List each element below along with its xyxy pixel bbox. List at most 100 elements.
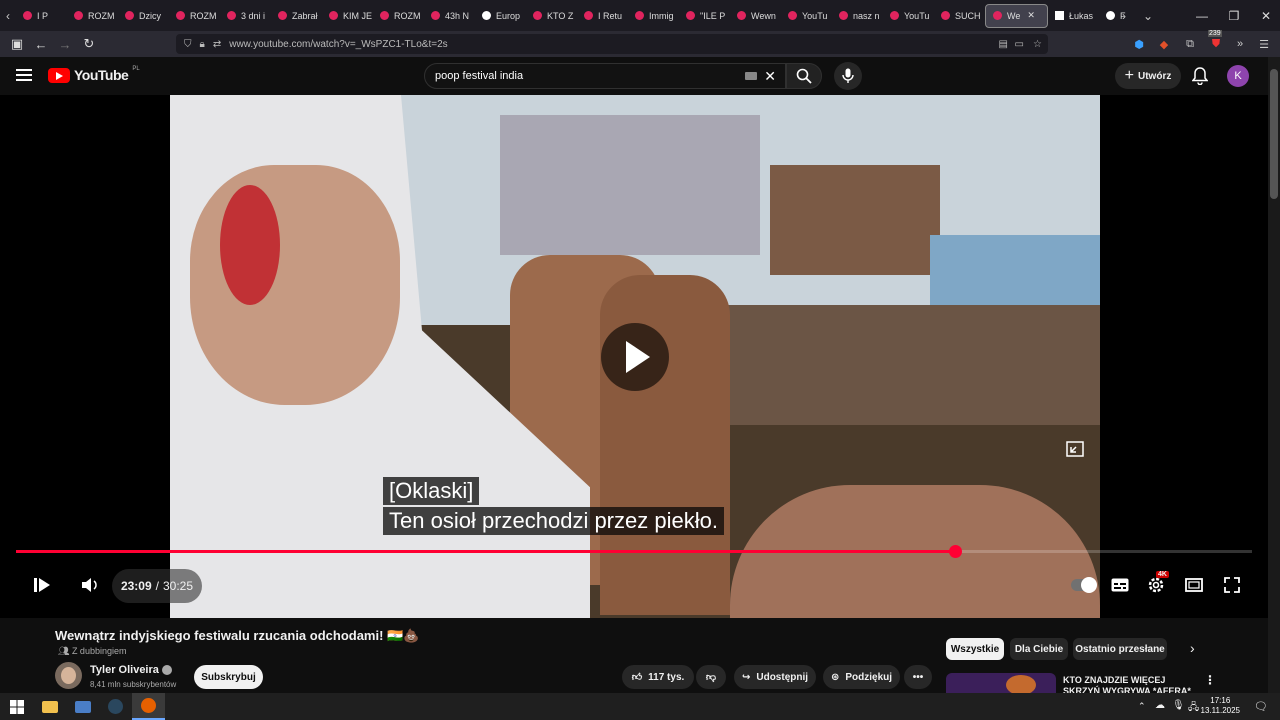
page-scrollbar[interactable] <box>1268 57 1280 693</box>
tab[interactable]: KTO Z <box>526 0 577 31</box>
tray-overflow-icon[interactable]: ⌃ <box>1138 701 1146 712</box>
restore-button[interactable]: ❐ <box>1218 0 1250 31</box>
bookmark-star-icon[interactable]: ☆ <box>1033 39 1042 50</box>
tab[interactable]: ROZM <box>373 0 424 31</box>
notifications-tray-icon[interactable]: 🗨︎ <box>1254 700 1268 713</box>
windows-start-icon[interactable] <box>0 693 33 720</box>
time-display: 23:09 / 30:25 <box>112 569 202 603</box>
permissions-icon[interactable]: ⇄ <box>213 39 221 50</box>
tab[interactable]: ROZM <box>67 0 118 31</box>
tab[interactable]: Zabrał <box>271 0 322 31</box>
scrollbar-thumb[interactable] <box>1270 69 1278 199</box>
voice-search-button[interactable] <box>834 62 862 90</box>
progress-played <box>16 550 956 553</box>
extension-shield-icon[interactable]: ⬢ <box>1131 36 1147 52</box>
channel-name[interactable]: Tyler Oliveira <box>90 664 172 676</box>
recommendation-menu-icon[interactable]: ⋮ <box>1204 673 1216 687</box>
autoplay-toggle[interactable] <box>1070 567 1097 603</box>
tab[interactable]: Wewn <box>730 0 781 31</box>
subtitles-button[interactable] <box>1108 567 1132 603</box>
lock-icon[interactable]: 🔒︎ <box>200 39 205 50</box>
youtube-favicon-icon <box>380 11 389 20</box>
guide-menu-icon[interactable] <box>16 69 32 81</box>
big-play-button[interactable] <box>601 323 669 391</box>
fullscreen-button[interactable] <box>1220 567 1244 603</box>
youtube-logo[interactable]: YouTube PL <box>48 66 140 83</box>
minimize-button[interactable]: — <box>1186 0 1218 31</box>
video-red-paint <box>220 185 280 305</box>
theater-mode-button[interactable] <box>1182 567 1206 603</box>
tab-active[interactable]: We ✕ <box>985 3 1048 28</box>
create-button[interactable]: + Utwórz <box>1115 63 1181 89</box>
tab[interactable]: Europ <box>475 0 526 31</box>
tab[interactable]: YouTu <box>883 0 934 31</box>
file-explorer-icon[interactable] <box>33 693 66 720</box>
settings-button[interactable]: 4K <box>1144 567 1169 603</box>
chips-next-icon[interactable]: › <box>1190 640 1195 656</box>
close-window-button[interactable]: ✕ <box>1250 0 1280 31</box>
extensions-puzzle-icon[interactable]: ⧉ <box>1182 36 1198 52</box>
like-button[interactable]: 👍︎ 117 tys. <box>622 665 694 689</box>
tab-label: Zabrał <box>292 10 318 21</box>
chip-recently-uploaded[interactable]: Ostatnio przesłane <box>1073 638 1167 660</box>
subscribe-button[interactable]: Subskrybuj <box>194 665 263 689</box>
firefox-taskbar-icon[interactable] <box>132 693 165 720</box>
pip-overlay-icon[interactable] <box>1066 441 1084 457</box>
tab[interactable]: I Retu <box>577 0 628 31</box>
tab[interactable]: Immig <box>628 0 679 31</box>
clear-search-icon[interactable]: ✕ <box>764 68 776 85</box>
tab[interactable]: Dzicy <box>118 0 169 31</box>
extension-fox-icon[interactable]: ◆ <box>1156 36 1172 52</box>
recommendation-thumbnail[interactable] <box>946 673 1056 693</box>
tab[interactable]: KIM JE <box>322 0 373 31</box>
steam-icon[interactable] <box>99 693 132 720</box>
system-clock[interactable]: 17:16 13.11.2025 <box>1201 696 1240 716</box>
onedrive-icon[interactable]: ☁ <box>1155 700 1165 711</box>
notifications-button[interactable] <box>1190 66 1210 86</box>
play-button[interactable] <box>28 567 56 603</box>
back-button[interactable]: ← <box>29 32 53 56</box>
shield-icon[interactable]: ⛉ <box>184 39 192 50</box>
monitor-app-icon[interactable] <box>66 693 99 720</box>
overflow-chevrons-icon[interactable]: » <box>1232 36 1248 52</box>
tab-close-icon[interactable]: ✕ <box>1027 10 1035 21</box>
share-button[interactable]: ↪ Udostępnij <box>734 665 816 689</box>
tab[interactable]: Łukas <box>1048 0 1099 31</box>
reader-view-icon[interactable]: ▤ <box>999 39 1008 50</box>
tab-list-chevron-icon[interactable]: ⌄ <box>1140 0 1156 31</box>
ublock-icon[interactable]: ⛊ 239 <box>1208 30 1224 52</box>
tab-scroll-right-button[interactable]: › <box>1116 0 1132 31</box>
tab[interactable]: SUCH <box>934 0 985 31</box>
tab[interactable]: 3 dni i <box>220 0 271 31</box>
url-bar[interactable]: ⛉ 🔒︎ ⇄ www.youtube.com/watch?v=_WsPZC1-T… <box>176 34 1048 54</box>
tab[interactable]: nasz n <box>832 0 883 31</box>
sidebar-toggle-icon[interactable]: ▣ <box>5 32 29 56</box>
recommendation-title[interactable]: KTO ZNAJDZIE WIĘCEJ SKRZYŃ WYGRYWA *AFER… <box>1063 675 1203 695</box>
progress-bar[interactable] <box>16 545 1252 558</box>
more-actions-button[interactable]: ••• <box>904 665 932 689</box>
keyboard-icon[interactable] <box>745 72 757 80</box>
tab[interactable]: ROZM <box>169 0 220 31</box>
youtube-favicon-icon <box>839 11 848 20</box>
tab-scroll-left-button[interactable]: ‹ <box>0 0 16 31</box>
chip-all[interactable]: Wszystkie <box>946 638 1004 660</box>
chip-for-you[interactable]: Dla Ciebie <box>1010 638 1068 660</box>
mic-tray-icon[interactable]: 🎙︎ <box>1172 700 1185 711</box>
pip-icon[interactable]: ▭ <box>1015 39 1024 50</box>
network-icon[interactable]: 🖧 <box>1188 700 1199 717</box>
tab[interactable]: 43h N <box>424 0 475 31</box>
reload-button[interactable]: ↻ <box>77 32 101 56</box>
app-menu-icon[interactable]: ☰ <box>1256 36 1272 52</box>
forward-button[interactable]: → <box>53 32 77 56</box>
search-button[interactable] <box>786 63 822 89</box>
dislike-button[interactable]: 👎︎ <box>696 665 726 689</box>
tab[interactable]: I P <box>16 0 67 31</box>
account-avatar[interactable]: K <box>1227 65 1249 87</box>
video-player[interactable]: [Oklaski] Ten osioł przechodzi przez pie… <box>0 95 1268 618</box>
thanks-button[interactable]: ⊛ Podziękuj <box>823 665 900 689</box>
channel-avatar[interactable] <box>55 662 82 689</box>
search-input[interactable]: poop festival india ✕ <box>424 63 786 89</box>
tab[interactable]: YouTu <box>781 0 832 31</box>
tab[interactable]: "ILE P <box>679 0 730 31</box>
volume-button[interactable] <box>78 567 102 603</box>
